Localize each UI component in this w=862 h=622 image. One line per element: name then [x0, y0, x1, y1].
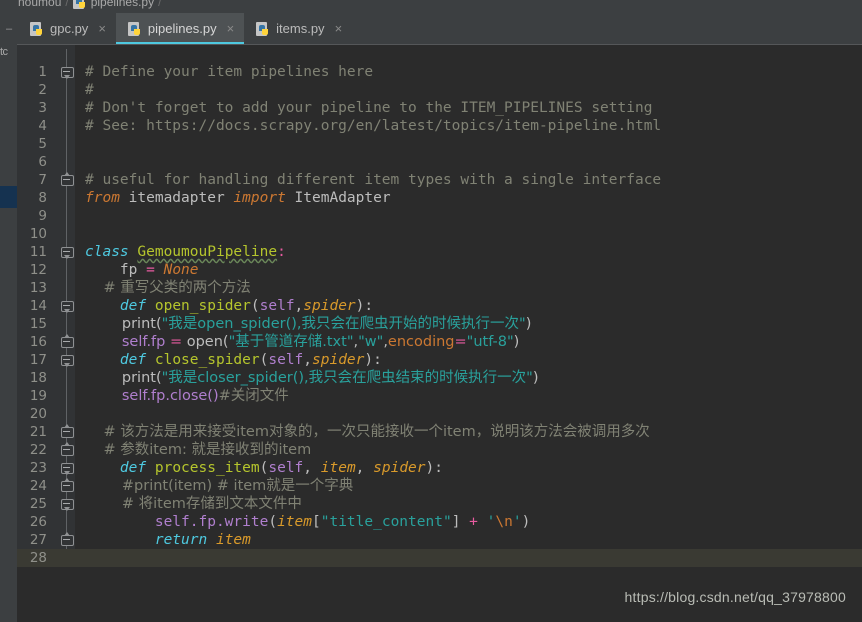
breadcrumb-bar: noumou / pipelines.py / [0, 0, 862, 13]
close-icon[interactable]: × [227, 22, 235, 35]
python-file-icon [256, 21, 270, 36]
fold-toggle-icon[interactable] [60, 353, 74, 367]
code-line-3: # Don't forget to add your pipeline to t… [85, 100, 653, 116]
line-number: 24 [29, 478, 47, 494]
code-line-18: print("我是closer_spider(),我只会在爬虫结束的时候执行一次… [121, 370, 539, 386]
line-number: 8 [38, 190, 47, 206]
code-line-8: from itemadapter import ItemAdapter [85, 190, 391, 206]
code-line-27: return item [154, 532, 251, 548]
line-number: 18 [29, 370, 47, 386]
python-file-icon [127, 21, 142, 36]
close-icon[interactable]: × [98, 22, 106, 35]
editor-tab-bar: – gpc.py × pipelines.py × items.py × [0, 13, 862, 44]
code-line-13: # 重写父类的两个方法 [103, 280, 251, 296]
line-number: 23 [29, 460, 47, 476]
line-number: 25 [29, 496, 47, 512]
line-number: 9 [38, 208, 47, 224]
breadcrumb-separator-icon: / [65, 0, 69, 9]
code-line-23: def process_item(self, item, spider): [119, 460, 443, 476]
fold-toggle-icon[interactable] [60, 334, 74, 348]
code-line-11: class GemoumouPipeline: [85, 244, 286, 260]
fold-toggle-icon[interactable] [60, 299, 74, 313]
fold-toggle-icon[interactable] [60, 442, 74, 456]
tab-bar-left-control[interactable]: – [0, 13, 18, 44]
line-number: 21 [29, 424, 47, 440]
code-line-25: # 将item存储到文本文件中 [121, 496, 302, 512]
code-line-21: # 该方法是用来接受item对象的，一次只能接收一个item，说明该方法会被调用… [103, 424, 650, 440]
fold-toggle-icon[interactable] [60, 424, 74, 438]
code-editor[interactable]: 1 2 3 4 5 6 7 8 9 10 11 12 13 14 15 16 17 18 19 20 21 22 23 24 2… [17, 44, 862, 622]
line-number: 4 [38, 118, 47, 134]
breadcrumb: noumou / pipelines.py / [18, 0, 161, 9]
line-number: 13 [29, 280, 47, 296]
fold-toggle-icon[interactable] [60, 461, 74, 475]
code-line-7: # useful for handling different item typ… [85, 172, 662, 188]
line-number: 14 [29, 298, 47, 314]
code-line-24: #print(item) # item就是一个字典 [121, 478, 354, 494]
fold-range-line [66, 49, 67, 594]
left-tool-rail: tc [0, 44, 18, 622]
tab-gpc-py[interactable]: gpc.py × [18, 13, 116, 44]
current-line-fold-highlight [55, 549, 75, 567]
code-line-19: self.fp.close()#关闭文件 [121, 388, 289, 404]
line-number: 27 [29, 532, 47, 548]
line-number: 6 [38, 154, 47, 170]
line-number: 19 [29, 388, 47, 404]
line-number: 22 [29, 442, 47, 458]
line-number: 17 [29, 352, 47, 368]
python-file-icon [72, 0, 87, 9]
tab-pipelines-py[interactable]: pipelines.py × [115, 13, 245, 44]
line-number: 28 [29, 550, 47, 566]
breadcrumb-project[interactable]: noumou [18, 0, 61, 9]
code-line-15: print("我是open_spider(),我只会在爬虫开始的时候执行一次") [121, 316, 532, 332]
line-number: 7 [38, 172, 47, 188]
close-icon[interactable]: × [335, 22, 343, 35]
code-line-1: # Define your item pipelines here [85, 64, 374, 80]
code-line-22: # 参数item: 就是接收到的item [103, 442, 312, 458]
fold-toggle-icon[interactable] [60, 532, 74, 546]
line-number: 2 [38, 82, 47, 98]
python-file-icon [30, 21, 44, 36]
code-line-12: fp = None [119, 262, 199, 278]
tab-label: gpc.py [50, 21, 89, 36]
line-number: 15 [29, 316, 47, 332]
line-number: 12 [29, 262, 47, 278]
tab-label: pipelines.py [147, 21, 217, 36]
current-line-highlight [75, 549, 862, 567]
left-rail-label[interactable]: tc [0, 46, 8, 58]
tab-label: items.py [276, 21, 325, 36]
line-number: 20 [29, 406, 47, 422]
code-line-14: def open_spider(self,spider): [119, 298, 374, 314]
code-content[interactable]: # Define your item pipelines here # # Do… [75, 45, 862, 622]
line-number-gutter: 1 2 3 4 5 6 7 8 9 10 11 12 13 14 15 16 17 18 19 20 21 22 23 24 2… [17, 45, 55, 622]
code-line-26: self.fp.write(item["title_content"] + '\… [154, 514, 531, 530]
code-line-4: # See: https://docs.scrapy.org/en/latest… [85, 118, 662, 134]
line-number: 3 [38, 100, 47, 116]
line-number: 10 [29, 226, 47, 242]
line-number: 26 [29, 514, 47, 530]
fold-toggle-icon[interactable] [60, 65, 74, 79]
fold-toggle-icon[interactable] [60, 478, 74, 492]
line-number: 1 [38, 64, 47, 80]
code-line-2: # [85, 82, 94, 98]
breadcrumb-file[interactable]: pipelines.py [91, 0, 154, 9]
code-line-16: self.fp = open("基于管道存储.txt","w",encoding… [121, 334, 520, 350]
left-rail-selection-marker[interactable] [0, 186, 17, 208]
fold-toggle-icon[interactable] [60, 497, 74, 511]
watermark-url: https://blog.csdn.net/qq_37978800 [624, 589, 846, 605]
fold-toggle-icon[interactable] [60, 245, 74, 259]
line-number: 16 [29, 334, 47, 350]
line-number: 5 [38, 136, 47, 152]
fold-toggle-icon[interactable] [60, 172, 74, 186]
code-line-17: def close_spider(self,spider): [119, 352, 382, 368]
tab-items-py[interactable]: items.py × [244, 13, 353, 44]
line-number: 11 [29, 244, 47, 260]
breadcrumb-separator-trailing-icon: / [158, 0, 162, 9]
code-folding-gutter[interactable] [55, 45, 75, 622]
